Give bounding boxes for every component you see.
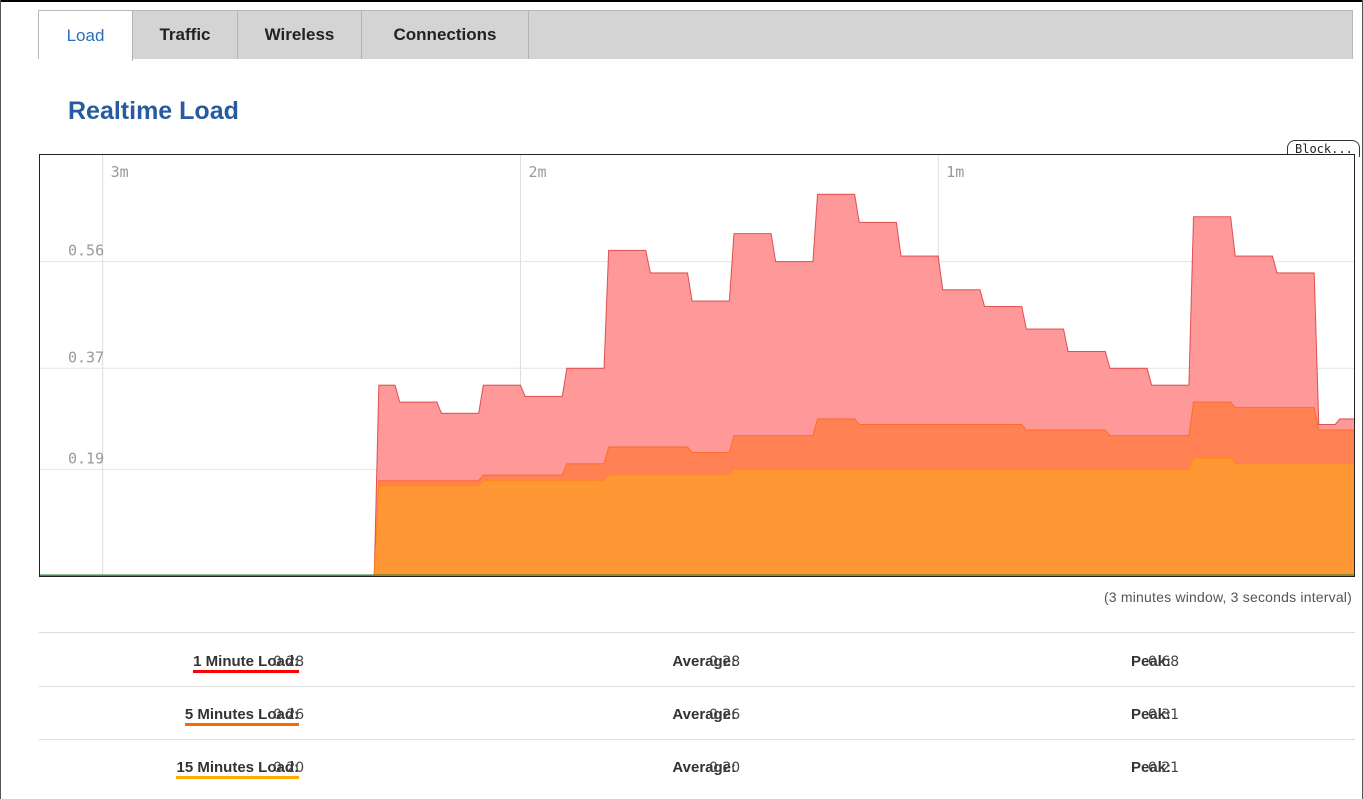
avg-value-1min: 0.28 <box>709 654 741 670</box>
x-tick-label: 3m <box>111 163 129 181</box>
stats-divider <box>39 739 1355 740</box>
tab-bar: Load Traffic Wireless Connections <box>38 10 1353 61</box>
tab-load[interactable]: Load <box>39 11 133 61</box>
page-title: Realtime Load <box>68 97 239 125</box>
stats-divider <box>39 632 1355 633</box>
stat-row-5min: 5 Minutes Load: 0.26 Average: 0.26 Peak:… <box>39 689 1355 741</box>
stat-value-15min: 0.20 <box>273 760 305 776</box>
x-tick-label: 2m <box>528 163 546 181</box>
stat-row-1min: 1 Minute Load: 0.28 Average: 0.28 Peak: … <box>39 636 1355 688</box>
series-area-15min <box>40 458 1354 576</box>
x-tick-label: 1m <box>946 163 964 181</box>
avg-value-5min: 0.26 <box>709 707 741 723</box>
y-tick-label: 0.37 <box>68 348 104 366</box>
stat-row-15min: 15 Minutes Load: 0.20 Average: 0.20 Peak… <box>39 742 1355 794</box>
avg-value-15min: 0.20 <box>709 760 741 776</box>
graph-window-note: (3 minutes window, 3 seconds interval) <box>1103 589 1352 605</box>
y-tick-label: 0.19 <box>68 449 104 467</box>
peak-value-15min: 0.21 <box>1148 760 1180 776</box>
tab-wireless[interactable]: Wireless <box>238 11 362 59</box>
tab-traffic[interactable]: Traffic <box>133 11 238 59</box>
stats-divider <box>39 686 1355 687</box>
load-chart: 3m 2m 1m 0.56 0.37 0.19 <box>39 154 1355 577</box>
stat-value-1min: 0.28 <box>273 654 305 670</box>
y-tick-label: 0.56 <box>68 242 104 260</box>
stat-value-5min: 0.26 <box>273 707 305 723</box>
peak-value-1min: 0.68 <box>1148 654 1180 670</box>
window-left-border <box>0 0 1 799</box>
window-top-border <box>0 0 1363 2</box>
tab-connections[interactable]: Connections <box>362 11 529 59</box>
peak-value-5min: 0.31 <box>1148 707 1180 723</box>
load-chart-svg: 3m 2m 1m 0.56 0.37 0.19 <box>40 155 1354 576</box>
